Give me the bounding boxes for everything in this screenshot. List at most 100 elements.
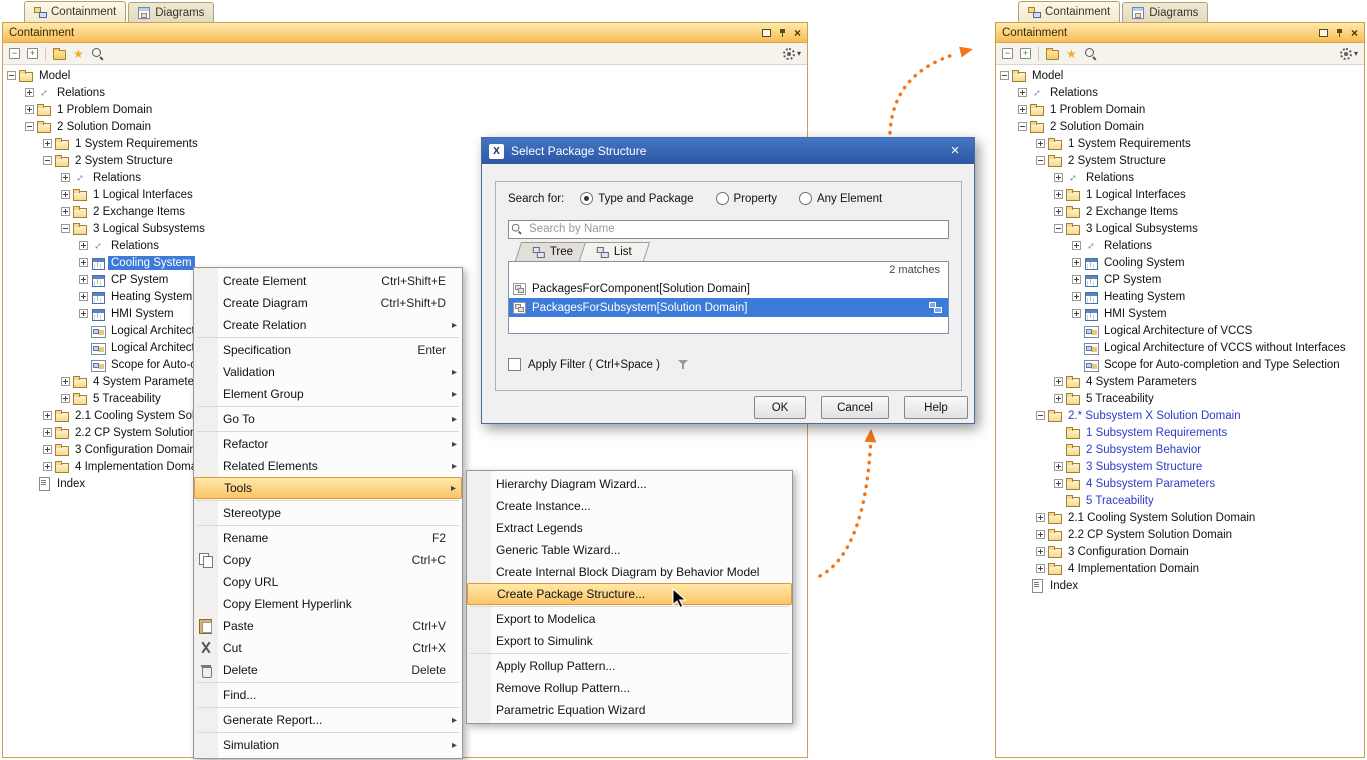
expand-expander-icon[interactable] (79, 275, 88, 284)
tree-item-1-logical-interfaces[interactable]: 1 Logical Interfaces (996, 186, 1364, 203)
expand-expander-icon[interactable] (61, 394, 70, 403)
panel-title-bar[interactable]: Containment × (996, 23, 1364, 43)
menu-item-find[interactable]: Find... (194, 684, 462, 706)
menu-item-apply-rollup-pattern[interactable]: Apply Rollup Pattern... (467, 655, 792, 677)
radio-type-and-package[interactable]: Type and Package (580, 192, 693, 205)
help-button[interactable]: Help (904, 396, 968, 419)
menu-item-create-relation[interactable]: Create Relation▸ (194, 314, 462, 336)
tree-item-2-system-structure[interactable]: 2 System Structure (996, 152, 1364, 169)
tree-item-model[interactable]: Model (3, 67, 807, 84)
collapse-expander-icon[interactable] (61, 224, 70, 233)
collapse-expander-icon[interactable] (1036, 156, 1045, 165)
tree-item-2-subsystem-x-solution-domain[interactable]: 2.* Subsystem X Solution Domain (996, 407, 1364, 424)
menu-item-rename[interactable]: RenameF2 (194, 527, 462, 549)
menu-item-create-internal-block-diagram-by-behavior-model[interactable]: Create Internal Block Diagram by Behavio… (467, 561, 792, 583)
tree-item-2-exchange-items[interactable]: 2 Exchange Items (996, 203, 1364, 220)
tree-item-5-traceability[interactable]: 5 Traceability (996, 390, 1364, 407)
auto-hide-pin-icon[interactable] (1335, 28, 1344, 38)
menu-item-validation[interactable]: Validation▸ (194, 361, 462, 383)
menu-item-create-package-structure[interactable]: Create Package Structure... (467, 583, 792, 605)
menu-item-simulation[interactable]: Simulation▸ (194, 734, 462, 756)
expand-expander-icon[interactable] (1054, 377, 1063, 386)
tree-item-1-problem-domain[interactable]: 1 Problem Domain (3, 101, 807, 118)
expand-expander-icon[interactable] (1072, 309, 1081, 318)
tree-item-3-configuration-domain[interactable]: 3 Configuration Domain (996, 543, 1364, 560)
radio-property[interactable]: Property (716, 192, 777, 205)
dialog-close-icon[interactable]: × (943, 141, 967, 161)
tree-item-cooling-system[interactable]: Cooling System (996, 254, 1364, 271)
collapse-expander-icon[interactable] (1018, 122, 1027, 131)
expand-expander-icon[interactable] (1018, 88, 1027, 97)
menu-item-remove-rollup-pattern[interactable]: Remove Rollup Pattern... (467, 677, 792, 699)
tree-item-2-1-cooling-system-solution-domain[interactable]: 2.1 Cooling System Solution Domain (996, 509, 1364, 526)
options-gear-button[interactable]: ▾ (783, 48, 801, 60)
expand-expander-icon[interactable] (1054, 190, 1063, 199)
menu-item-create-element[interactable]: Create ElementCtrl+Shift+E (194, 270, 462, 292)
tree-item-2-subsystem-behavior[interactable]: 2 Subsystem Behavior (996, 441, 1364, 458)
expand-expander-icon[interactable] (79, 241, 88, 250)
expand-expander-icon[interactable] (43, 428, 52, 437)
search-icon[interactable] (91, 47, 104, 60)
options-gear-button[interactable]: ▾ (1340, 48, 1358, 60)
expand-expander-icon[interactable] (43, 411, 52, 420)
collapse-expander-icon[interactable] (1036, 411, 1045, 420)
search-icon[interactable] (1084, 47, 1097, 60)
menu-item-extract-legends[interactable]: Extract Legends (467, 517, 792, 539)
tree-item-relations[interactable]: Relations (996, 237, 1364, 254)
open-folder-icon[interactable] (1046, 50, 1059, 60)
expand-expander-icon[interactable] (1054, 479, 1063, 488)
menu-item-copy-url[interactable]: Copy URL (194, 571, 462, 593)
collapse-all-icon[interactable] (9, 48, 20, 59)
menu-item-element-group[interactable]: Element Group▸ (194, 383, 462, 405)
tree-item-1-system-requirements[interactable]: 1 System Requirements (996, 135, 1364, 152)
expand-expander-icon[interactable] (1072, 241, 1081, 250)
expand-all-icon[interactable] (27, 48, 38, 59)
tab-list[interactable]: List (579, 242, 650, 261)
float-window-icon[interactable] (1319, 29, 1328, 37)
open-folder-icon[interactable] (53, 50, 66, 60)
tree-item-logical-architecture-of-vccs[interactable]: Logical Architecture of VCCS (996, 322, 1364, 339)
cancel-button[interactable]: Cancel (821, 396, 889, 419)
tree-item-logical-architecture-of-vccs-without-interfaces[interactable]: Logical Architecture of VCCS without Int… (996, 339, 1364, 356)
collapse-expander-icon[interactable] (1000, 71, 1009, 80)
expand-expander-icon[interactable] (43, 462, 52, 471)
collapse-expander-icon[interactable] (25, 122, 34, 131)
tree-item-index[interactable]: Index (996, 577, 1364, 594)
expand-expander-icon[interactable] (25, 88, 34, 97)
tree-item-relations[interactable]: Relations (3, 84, 807, 101)
tree-item-4-subsystem-parameters[interactable]: 4 Subsystem Parameters (996, 475, 1364, 492)
menu-item-related-elements[interactable]: Related Elements▸ (194, 455, 462, 477)
menu-item-tools[interactable]: Tools▸ (194, 477, 462, 499)
menu-item-create-diagram[interactable]: Create DiagramCtrl+Shift+D (194, 292, 462, 314)
expand-expander-icon[interactable] (79, 258, 88, 267)
expand-expander-icon[interactable] (1036, 139, 1045, 148)
tree-item-3-logical-subsystems[interactable]: 3 Logical Subsystems (996, 220, 1364, 237)
menu-item-copy[interactable]: CopyCtrl+C (194, 549, 462, 571)
menu-item-refactor[interactable]: Refactor▸ (194, 433, 462, 455)
expand-expander-icon[interactable] (1054, 462, 1063, 471)
expand-expander-icon[interactable] (1036, 513, 1045, 522)
menu-item-parametric-equation-wizard[interactable]: Parametric Equation Wizard (467, 699, 792, 721)
expand-expander-icon[interactable] (1072, 292, 1081, 301)
expand-expander-icon[interactable] (1018, 105, 1027, 114)
ok-button[interactable]: OK (754, 396, 806, 419)
collapse-all-icon[interactable] (1002, 48, 1013, 59)
panel-title-bar[interactable]: Containment × (3, 23, 807, 43)
menu-item-export-to-simulink[interactable]: Export to Simulink (467, 630, 792, 652)
expand-expander-icon[interactable] (25, 105, 34, 114)
result-item-packagesforcomponent[interactable]: PackagesForComponent[Solution Domain] (509, 279, 948, 298)
expand-all-icon[interactable] (1020, 48, 1031, 59)
tree-item-2-solution-domain[interactable]: 2 Solution Domain (3, 118, 807, 135)
float-window-icon[interactable] (762, 29, 771, 37)
menu-item-stereotype[interactable]: Stereotype (194, 502, 462, 524)
auto-hide-pin-icon[interactable] (778, 28, 787, 38)
menu-item-delete[interactable]: DeleteDelete (194, 659, 462, 681)
tree-item-4-implementation-domain[interactable]: 4 Implementation Domain (996, 560, 1364, 577)
close-icon[interactable]: × (1351, 28, 1358, 38)
apply-filter-checkbox[interactable] (508, 358, 521, 371)
tree-item-3-subsystem-structure[interactable]: 3 Subsystem Structure (996, 458, 1364, 475)
expand-expander-icon[interactable] (61, 207, 70, 216)
tab-diagrams-left[interactable]: Diagrams (128, 2, 214, 22)
expand-expander-icon[interactable] (79, 292, 88, 301)
expand-expander-icon[interactable] (61, 173, 70, 182)
